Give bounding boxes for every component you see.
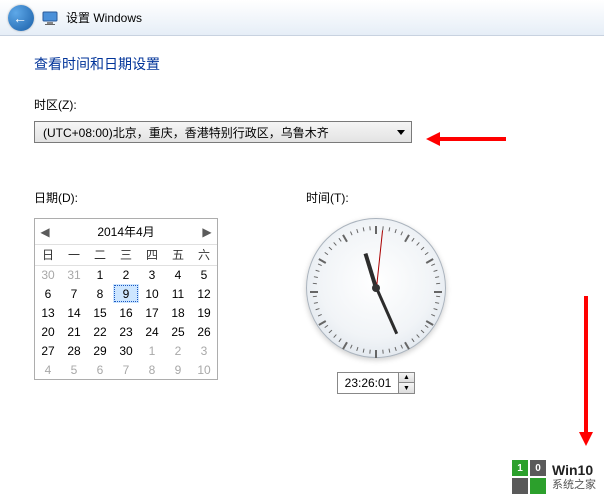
calendar-day[interactable]: 28 bbox=[61, 341, 87, 360]
calendar-day[interactable]: 15 bbox=[87, 303, 113, 322]
calendar-day[interactable]: 7 bbox=[113, 360, 139, 379]
watermark-logo: 10 Win10 系统之家 bbox=[512, 460, 596, 494]
calendar-day[interactable]: 5 bbox=[61, 360, 87, 379]
calendar-weekday: 三 bbox=[113, 245, 139, 265]
calendar-day[interactable]: 8 bbox=[139, 360, 165, 379]
time-input[interactable]: 23:26:01 ▲ ▼ bbox=[337, 372, 415, 394]
calendar-day[interactable]: 8 bbox=[87, 284, 113, 303]
calendar-day[interactable]: 13 bbox=[35, 303, 61, 322]
time-increment-button[interactable]: ▲ bbox=[399, 373, 414, 383]
calendar-day[interactable]: 12 bbox=[191, 284, 217, 303]
calendar-grid: 日一二三四五六 30311234567891011121314151617181… bbox=[35, 245, 217, 379]
calendar-day[interactable]: 4 bbox=[35, 360, 61, 379]
calendar-day[interactable]: 11 bbox=[165, 284, 191, 303]
calendar-weekday: 一 bbox=[61, 245, 87, 265]
calendar-weekday: 日 bbox=[35, 245, 61, 265]
calendar-day[interactable]: 6 bbox=[87, 360, 113, 379]
calendar-day[interactable]: 4 bbox=[165, 265, 191, 284]
calendar-day[interactable]: 9 bbox=[113, 284, 139, 303]
calendar-day[interactable]: 29 bbox=[87, 341, 113, 360]
calendar-month-title: 2014年4月 bbox=[97, 223, 154, 240]
calendar-next-button[interactable]: ▶ bbox=[197, 219, 217, 244]
chevron-down-icon bbox=[397, 130, 405, 135]
calendar-day[interactable]: 10 bbox=[139, 284, 165, 303]
timezone-selected-value: (UTC+08:00)北京，重庆，香港特别行政区，乌鲁木齐 bbox=[43, 124, 329, 141]
calendar-prev-button[interactable]: ◀ bbox=[35, 219, 55, 244]
monitor-icon bbox=[42, 10, 58, 26]
title-bar: ← 设置 Windows bbox=[0, 0, 604, 36]
calendar-day[interactable]: 9 bbox=[165, 360, 191, 379]
analog-clock bbox=[306, 218, 446, 358]
date-label: 日期(D): bbox=[34, 189, 218, 206]
calendar-day[interactable]: 30 bbox=[113, 341, 139, 360]
calendar-weekday: 五 bbox=[165, 245, 191, 265]
calendar-day[interactable]: 2 bbox=[113, 265, 139, 284]
page-title: 查看时间和日期设置 bbox=[34, 54, 570, 74]
calendar-day[interactable]: 26 bbox=[191, 322, 217, 341]
windows-tiles-icon: 10 bbox=[512, 460, 546, 494]
time-decrement-button[interactable]: ▼ bbox=[399, 383, 414, 393]
calendar-day[interactable]: 23 bbox=[113, 322, 139, 341]
back-button[interactable]: ← bbox=[8, 5, 34, 31]
annotation-arrow-down bbox=[576, 296, 596, 446]
clock-minute-hand bbox=[375, 287, 398, 334]
calendar-day[interactable]: 6 bbox=[35, 284, 61, 303]
calendar-day[interactable]: 14 bbox=[61, 303, 87, 322]
calendar-day[interactable]: 1 bbox=[87, 265, 113, 284]
time-value: 23:26:01 bbox=[338, 376, 398, 390]
calendar-day[interactable]: 3 bbox=[139, 265, 165, 284]
calendar-weekday: 六 bbox=[191, 245, 217, 265]
calendar-day[interactable]: 7 bbox=[61, 284, 87, 303]
timezone-select[interactable]: (UTC+08:00)北京，重庆，香港特别行政区，乌鲁木齐 bbox=[34, 121, 412, 143]
calendar: ◀ 2014年4月 ▶ 日一二三四五六 30311234567891011121… bbox=[34, 218, 218, 380]
calendar-day[interactable]: 3 bbox=[191, 341, 217, 360]
calendar-day[interactable]: 18 bbox=[165, 303, 191, 322]
calendar-day[interactable]: 25 bbox=[165, 322, 191, 341]
time-label: 时间(T): bbox=[306, 189, 446, 206]
calendar-day[interactable]: 1 bbox=[139, 341, 165, 360]
timezone-label: 时区(Z): bbox=[34, 96, 570, 113]
calendar-day[interactable]: 16 bbox=[113, 303, 139, 322]
calendar-day[interactable]: 17 bbox=[139, 303, 165, 322]
calendar-day[interactable]: 19 bbox=[191, 303, 217, 322]
calendar-day[interactable]: 30 bbox=[35, 265, 61, 284]
clock-second-hand bbox=[376, 230, 383, 288]
logo-line2: 系统之家 bbox=[552, 479, 596, 492]
calendar-day[interactable]: 5 bbox=[191, 265, 217, 284]
calendar-day[interactable]: 21 bbox=[61, 322, 87, 341]
calendar-day[interactable]: 20 bbox=[35, 322, 61, 341]
arrow-left-icon: ← bbox=[13, 10, 27, 26]
calendar-weekday: 四 bbox=[139, 245, 165, 265]
calendar-day[interactable]: 22 bbox=[87, 322, 113, 341]
window-title: 设置 Windows bbox=[66, 9, 142, 26]
calendar-day[interactable]: 24 bbox=[139, 322, 165, 341]
calendar-weekday: 二 bbox=[87, 245, 113, 265]
calendar-day[interactable]: 31 bbox=[61, 265, 87, 284]
clock-center-icon bbox=[372, 284, 380, 292]
calendar-day[interactable]: 2 bbox=[165, 341, 191, 360]
calendar-day[interactable]: 27 bbox=[35, 341, 61, 360]
calendar-day[interactable]: 10 bbox=[191, 360, 217, 379]
logo-line1: Win10 bbox=[552, 462, 596, 479]
